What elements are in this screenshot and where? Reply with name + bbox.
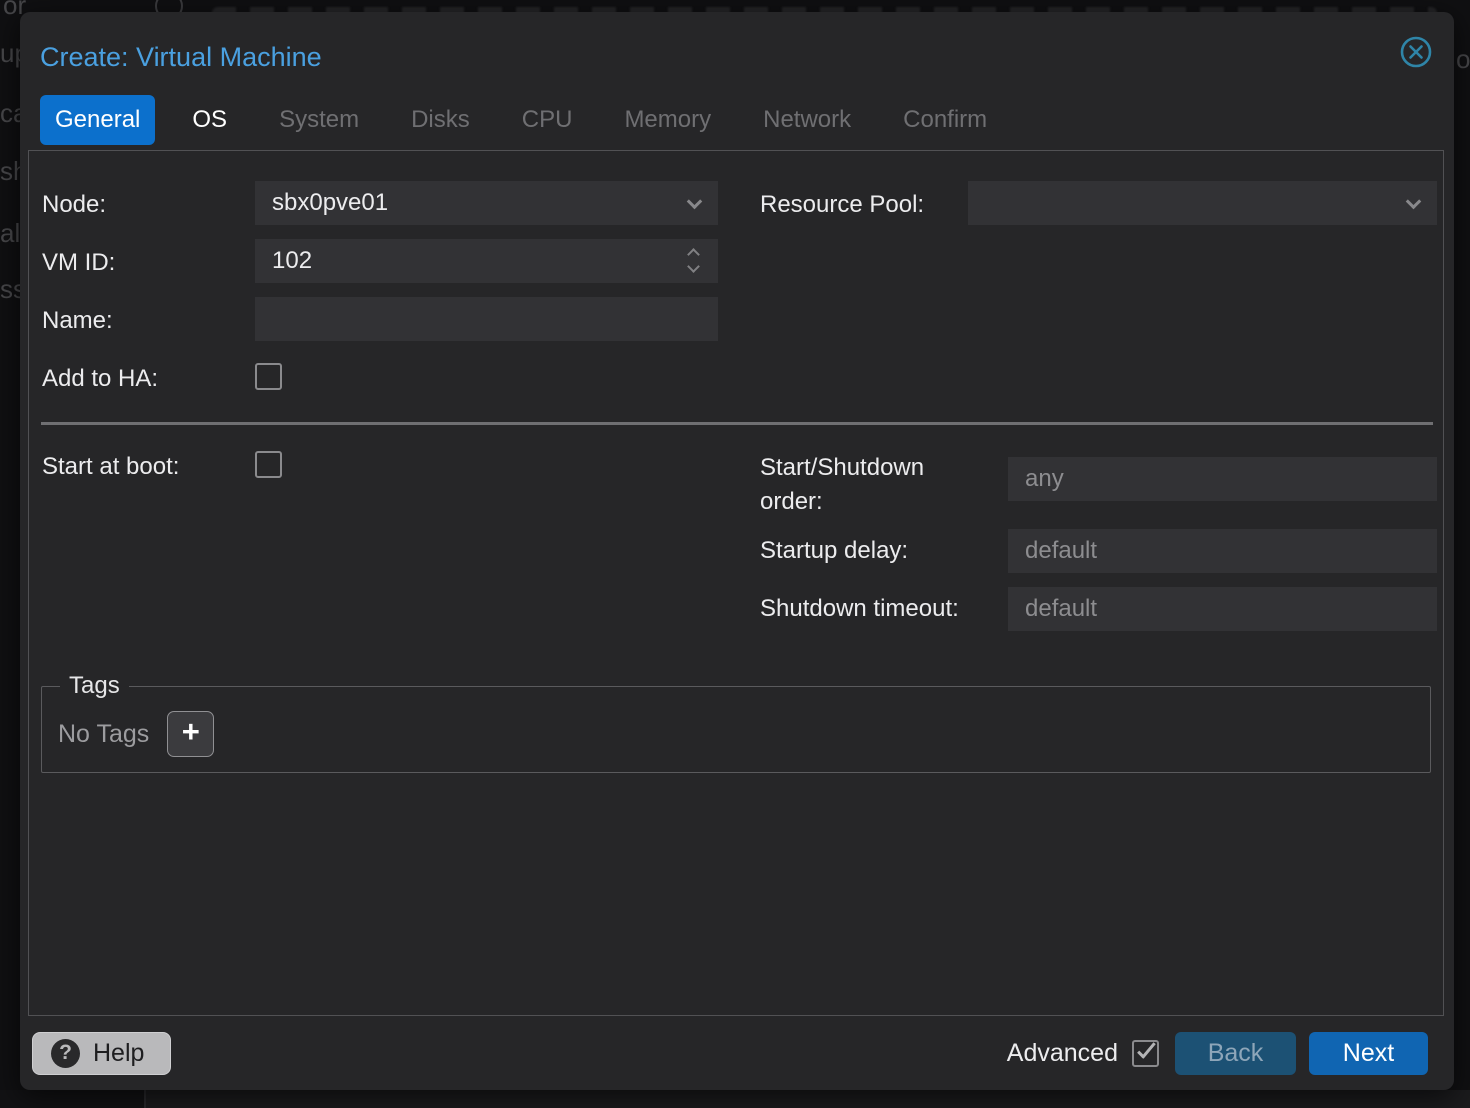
tab-general[interactable]: General <box>40 95 155 145</box>
dialog-title: Create: Virtual Machine <box>40 42 322 73</box>
tab-confirm: Confirm <box>888 95 1002 145</box>
node-label: Node: <box>42 191 106 219</box>
close-button[interactable] <box>1396 32 1436 72</box>
node-input[interactable] <box>255 181 718 225</box>
name-field-wrap[interactable] <box>255 297 718 341</box>
vm-id-label: VM ID: <box>42 249 115 277</box>
resource-pool-combobox[interactable] <box>968 181 1437 225</box>
no-tags-text: No Tags <box>58 720 149 749</box>
dialog-footer: Help Advanced Back Next <box>32 1031 1428 1075</box>
startup-delay-input[interactable] <box>1008 529 1437 573</box>
wizard-tabbar: General OS System Disks CPU Memory Netwo… <box>40 95 1002 145</box>
back-button[interactable]: Back <box>1175 1032 1296 1075</box>
page-background: or up ca sh all ss o Create: Virtual Mac… <box>0 0 1470 1108</box>
start-shutdown-order-label: Start/Shutdown order: <box>760 451 978 519</box>
help-button[interactable]: Help <box>32 1032 171 1075</box>
startup-delay-label: Startup delay: <box>760 537 908 565</box>
tags-fieldset: Tags No Tags + <box>41 672 1431 773</box>
start-shutdown-order-input[interactable] <box>1008 457 1437 501</box>
add-to-ha-label: Add to HA: <box>42 365 158 393</box>
resource-pool-label: Resource Pool: <box>760 191 924 219</box>
vm-id-spinner-field[interactable] <box>255 239 718 283</box>
start-at-boot-label: Start at boot: <box>42 453 179 481</box>
tags-legend: Tags <box>60 672 129 700</box>
tab-os[interactable]: OS <box>177 95 242 145</box>
resource-pool-input[interactable] <box>968 181 1437 225</box>
spinner-up-down-icon[interactable] <box>688 246 702 276</box>
name-input[interactable] <box>255 297 718 341</box>
start-at-boot-checkbox[interactable] <box>255 451 282 478</box>
advanced-checkbox[interactable] <box>1132 1040 1159 1067</box>
add-to-ha-checkbox[interactable] <box>255 363 282 390</box>
tab-memory: Memory <box>609 95 726 145</box>
add-tag-button[interactable]: + <box>167 711 214 757</box>
shutdown-timeout-label: Shutdown timeout: <box>760 595 959 623</box>
next-button[interactable]: Next <box>1309 1032 1428 1075</box>
tab-system: System <box>264 95 374 145</box>
advanced-label: Advanced <box>1007 1039 1118 1068</box>
tab-disks: Disks <box>396 95 485 145</box>
close-icon <box>1398 34 1434 70</box>
question-mark-icon <box>51 1039 80 1068</box>
background-strip <box>146 1090 1470 1108</box>
startup-delay-field-wrap[interactable] <box>1008 529 1437 573</box>
background-strip <box>0 1090 144 1108</box>
node-combobox[interactable] <box>255 181 718 225</box>
tab-network: Network <box>748 95 866 145</box>
start-shutdown-order-field-wrap[interactable] <box>1008 457 1437 501</box>
shutdown-timeout-input[interactable] <box>1008 587 1437 631</box>
tab-cpu: CPU <box>507 95 588 145</box>
tags-row: No Tags + <box>58 710 1414 758</box>
background-text-fragment: o <box>1456 44 1470 75</box>
background-divider <box>144 1090 146 1108</box>
advanced-toggle-group: Advanced <box>1007 1039 1159 1068</box>
shutdown-timeout-field-wrap[interactable] <box>1008 587 1437 631</box>
vm-id-input[interactable] <box>255 239 718 283</box>
name-label: Name: <box>42 307 113 335</box>
help-button-label: Help <box>93 1039 144 1068</box>
create-vm-dialog: Create: Virtual Machine General OS Syste… <box>20 12 1454 1090</box>
section-divider <box>41 422 1433 425</box>
general-tab-panel: Node: Resource Pool: VM ID: Name: <box>28 150 1444 1016</box>
